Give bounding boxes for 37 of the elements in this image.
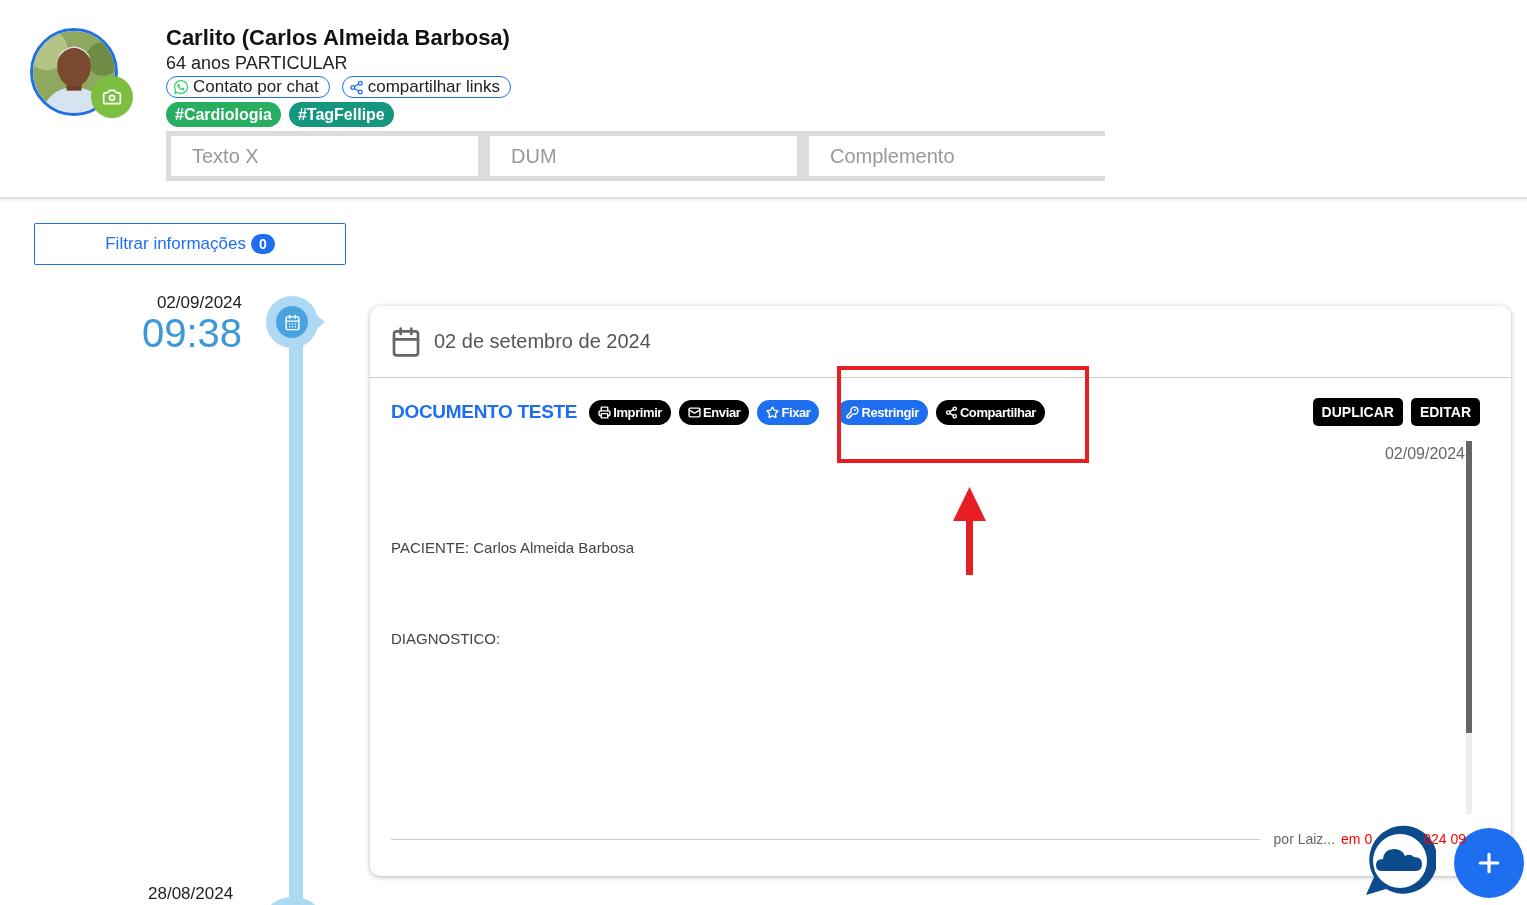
edited-time: em 0 xyxy=(1341,831,1373,847)
duplicate-button[interactable]: DUPLICAR xyxy=(1312,398,1403,426)
edit-button[interactable]: EDITAR xyxy=(1410,398,1480,426)
mail-button[interactable]: Enviar xyxy=(679,399,750,425)
author-text: por Laiz... xyxy=(1273,831,1336,847)
camera-button[interactable] xyxy=(91,76,133,118)
whatsapp-icon xyxy=(173,79,189,95)
document-title: DOCUMENTO TESTE xyxy=(391,401,578,423)
input-field[interactable]: Texto X xyxy=(171,136,478,176)
input-field[interactable]: DUM xyxy=(490,136,797,176)
entry-date: 02/09/2024 xyxy=(156,293,242,313)
share-icon xyxy=(348,79,364,95)
patient-subtitle: 64 anos PARTICULAR xyxy=(166,52,348,74)
count-badge: 0 xyxy=(251,234,275,254)
filter-button[interactable]: Filtrar informações 0 xyxy=(34,223,346,265)
document-line: DIAGNOSTICO: xyxy=(391,630,502,647)
calendar-icon xyxy=(283,313,301,331)
share-button[interactable]: Compartilhar xyxy=(935,399,1045,425)
printer-icon xyxy=(598,405,612,419)
document-date: 02/09/2024 xyxy=(1384,445,1466,463)
mail-icon xyxy=(688,405,702,419)
camera-icon xyxy=(102,87,122,107)
tag[interactable]: #TagFellipe xyxy=(288,102,394,127)
document-line: PACIENTE: Carlos Almeida Barbosa xyxy=(391,539,636,556)
key-icon xyxy=(846,405,860,419)
print-button[interactable]: Imprimir xyxy=(589,399,672,425)
scrollbar[interactable] xyxy=(1466,441,1472,814)
card-heading: 02 de setembro de 2024 xyxy=(434,330,651,353)
share-icon xyxy=(944,405,958,419)
patient-name: Carlito (Carlos Almeida Barbosa) xyxy=(166,27,510,49)
star-icon xyxy=(766,405,780,419)
star-button[interactable]: Fixar xyxy=(757,399,820,425)
entry-date: 28/08/2024 xyxy=(148,884,234,904)
share-link[interactable]: compartilhar links xyxy=(341,76,511,98)
calendar-icon xyxy=(390,325,422,358)
entry-time: 09:38 xyxy=(141,313,242,353)
chat-link[interactable]: Contato por chat xyxy=(166,76,330,98)
